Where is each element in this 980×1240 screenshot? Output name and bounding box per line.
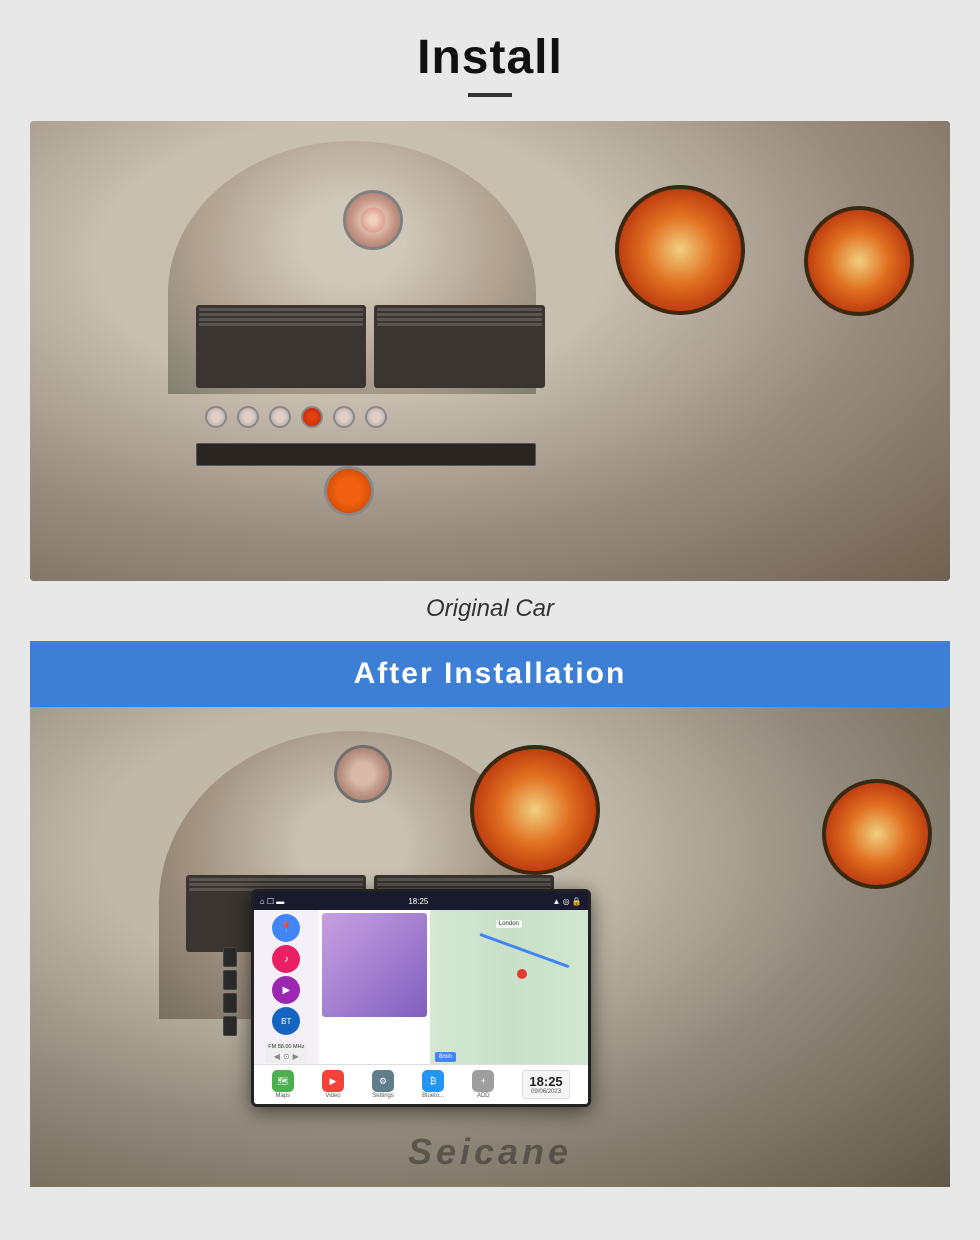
buttons-row: [205, 406, 536, 428]
search-btn[interactable]: ⊙: [283, 1052, 290, 1061]
home-icon: ⌂ ☐ ▬: [260, 897, 284, 906]
original-car-label: Original Car: [30, 595, 950, 623]
settings-bottom-icon: ⚙: [372, 1070, 394, 1092]
side-btn-4: [223, 1016, 237, 1036]
maps-bottom-icon: 🗺: [272, 1070, 294, 1092]
cd-slot: [196, 443, 536, 466]
head-unit-side-buttons: [223, 947, 237, 1036]
app-maps: 🗺 Maps: [272, 1070, 294, 1099]
music-icon: ♪: [272, 945, 300, 973]
btn-3: [269, 406, 291, 428]
vent-left: [196, 305, 367, 388]
after-install-banner: After Installation: [30, 641, 950, 707]
video-label: Video: [325, 1093, 340, 1099]
page-title: Install: [417, 30, 563, 85]
screen-time: 18:25: [408, 897, 428, 906]
date-display: 09/06/2023: [531, 1089, 561, 1095]
maps-label: Maps: [276, 1093, 291, 1099]
side-btn-1: [223, 947, 237, 967]
seicane-watermark: Seicane: [408, 1131, 572, 1173]
vents: [196, 305, 546, 388]
btn-5: [365, 406, 387, 428]
gauges-area: [499, 144, 922, 558]
bt-icon: BT: [272, 1007, 300, 1035]
original-car-image: [30, 121, 950, 581]
btn-1: [205, 406, 227, 428]
original-car-section: Original Car After Installation: [30, 121, 950, 1187]
bluetooth-label: Blueto...: [422, 1093, 444, 1099]
nav-eta: 8min: [435, 1052, 456, 1062]
after-gauge-left: [470, 745, 600, 875]
add-bottom-icon: +: [472, 1070, 494, 1092]
side-btn-3: [223, 993, 237, 1013]
bluetooth-bottom-icon: ₿: [422, 1070, 444, 1092]
status-icons: ▲ ◎ 🔒: [552, 897, 581, 906]
gauge-right: [804, 206, 914, 316]
screen-bottom-bar: 🗺 Maps ▶ Video ⚙ Settings ₿ Blueto...: [254, 1064, 588, 1104]
after-install-image: ⌂ ☐ ▬ 18:25 ▲ ◎ 🔒 📍 ♪ ▶ BT FM 88.00: [30, 707, 950, 1187]
after-gauge-right: [822, 779, 932, 889]
prev-btn[interactable]: ◀: [274, 1052, 280, 1061]
time-display: 18:25 09/06/2023: [522, 1070, 569, 1099]
add-label: ADD: [477, 1093, 490, 1099]
after-install-banner-text: After Installation: [354, 657, 627, 690]
center-knob: [343, 190, 403, 250]
after-install-container: After Installation: [30, 641, 950, 1187]
video-bottom-icon: ▶: [322, 1070, 344, 1092]
maps-icon: 📍: [272, 914, 300, 942]
settings-label: Settings: [372, 1093, 394, 1099]
head-unit-screen: ⌂ ☐ ▬ 18:25 ▲ ◎ 🔒 📍 ♪ ▶ BT FM 88.00: [251, 889, 591, 1107]
app-settings: ⚙ Settings: [372, 1070, 394, 1099]
side-btn-2: [223, 970, 237, 990]
screen-status-bar: ⌂ ☐ ▬ 18:25 ▲ ◎ 🔒: [254, 892, 588, 910]
next-btn[interactable]: ▶: [293, 1052, 299, 1061]
after-center-knob: [334, 745, 392, 803]
gauge-left: [615, 185, 745, 315]
app-bluetooth: ₿ Blueto...: [422, 1070, 444, 1099]
btn-2: [237, 406, 259, 428]
nav-pin: [517, 969, 527, 979]
video-icon: ▶: [272, 976, 300, 1004]
btn-4: [333, 406, 355, 428]
app-video: ▶ Video: [322, 1070, 344, 1099]
nav-destination: London: [496, 920, 522, 928]
btn-accent: [301, 406, 323, 428]
app-add: + ADD: [472, 1070, 494, 1099]
title-divider: [468, 93, 512, 97]
radio-freq: FM 88.00 MHz ◀ ⊙ ▶: [265, 1042, 307, 1063]
time-big: 18:25: [529, 1074, 562, 1089]
